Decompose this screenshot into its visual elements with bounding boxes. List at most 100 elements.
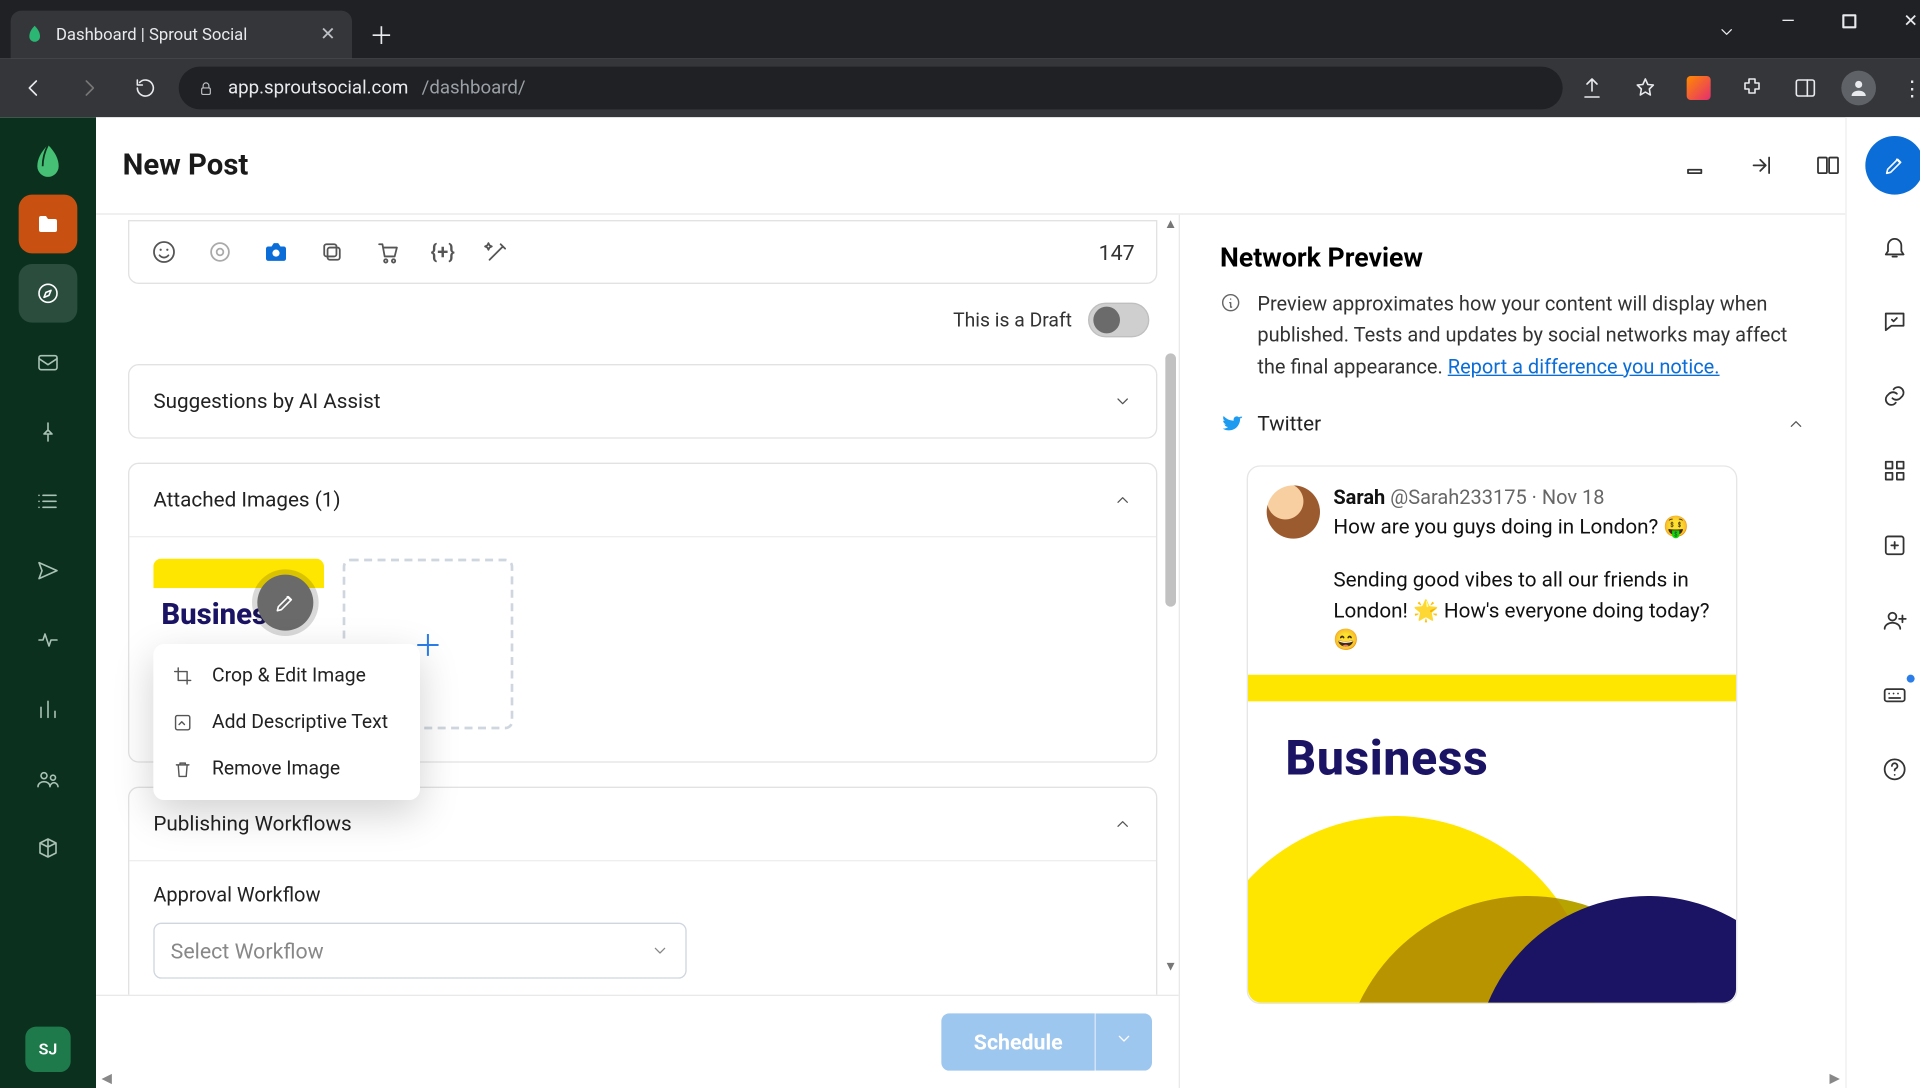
char-count: 147 [1099,239,1135,264]
nav-folder-icon[interactable] [19,195,78,254]
chevron-up-icon [1113,815,1132,834]
comment-icon[interactable] [1871,299,1916,344]
preview-title: Network Preview [1220,241,1805,273]
side-panel-icon[interactable] [1787,69,1824,106]
tweet-line1: How are you guys doing in London? 🤑 [1333,512,1717,542]
workflow-select-placeholder: Select Workflow [171,938,324,963]
tweet-image: Business [1248,674,1736,1002]
left-scrollbar[interactable]: ▲ ▼ [1163,225,1179,968]
notifications-icon[interactable] [1871,224,1916,269]
ai-suggestions-panel[interactable]: Suggestions by AI Assist [128,364,1157,439]
nav-people-icon[interactable] [19,749,78,808]
browser-tab[interactable]: Dashboard | Sprout Social ✕ [11,11,352,59]
attached-images-title: Attached Images (1) [153,488,340,512]
nav-cube-icon[interactable] [19,819,78,878]
attached-images-header[interactable]: Attached Images (1) [129,464,1156,536]
link-icon[interactable] [1871,373,1916,418]
app-root: SJ New Post ✕ [0,117,1920,1088]
bookmark-star-icon[interactable] [1627,69,1664,106]
address-bar[interactable]: app.sproutsocial.com/dashboard/ [179,67,1563,110]
tab-search-icon[interactable] [1696,11,1757,54]
approval-workflow-label: Approval Workflow [153,883,1132,907]
compose-button[interactable] [1865,136,1920,195]
composer-column: {+} 147 This is a Draft Suggestions by A… [96,215,1179,1088]
trash-icon [172,758,196,779]
draft-toggle[interactable] [1088,303,1149,338]
nav-inbox-icon[interactable] [19,333,78,392]
tweet-line2: Sending good vibes to all our friends in… [1333,566,1717,656]
draft-label: This is a Draft [953,309,1072,332]
camera-icon[interactable] [263,239,290,266]
keyboard-icon[interactable] [1871,672,1916,717]
sprout-favicon [24,24,45,45]
preview-column: Network Preview Preview approximates how… [1179,215,1846,1088]
crop-icon [172,665,196,686]
page-header: New Post ✕ [96,117,1920,213]
window-minimize-button[interactable]: ― [1757,0,1818,43]
magic-wand-icon[interactable] [484,239,511,266]
chevron-up-icon [1787,414,1806,433]
publishing-workflows-panel: Publishing Workflows Approval Workflow S… [128,787,1157,1010]
header-panels-icon[interactable] [1808,145,1848,185]
tab-close-icon[interactable]: ✕ [317,24,338,45]
extensions-icon[interactable] [1733,69,1770,106]
url-domain: app.sproutsocial.com [228,77,408,98]
twitter-preview-header[interactable]: Twitter [1220,412,1805,447]
nav-list-icon[interactable] [19,472,78,531]
menu-remove-image[interactable]: Remove Image [153,745,420,792]
schedule-dropdown[interactable] [1095,1013,1152,1070]
extension-color-icon[interactable] [1680,69,1717,106]
browser-tab-strip: Dashboard | Sprout Social ✕ ＋ ― ✕ [0,0,1920,59]
new-tab-button[interactable]: ＋ [363,16,400,53]
preview-info-text: Preview approximates how your content wi… [1257,289,1805,382]
header-minimize-icon[interactable] [1675,145,1715,185]
window-maximize-button[interactable] [1819,0,1880,43]
ai-suggestions-title: Suggestions by AI Assist [153,389,380,413]
nav-pulse-icon[interactable] [19,611,78,670]
browser-toolbar: app.sproutsocial.com/dashboard/ ⋮ [0,59,1920,118]
info-icon [1220,292,1244,382]
url-path: /dashboard/ [422,77,526,98]
lock-icon [197,79,214,96]
reload-button[interactable] [123,65,168,110]
cart-icon[interactable] [375,239,402,266]
edit-image-button[interactable] [257,575,313,631]
sprout-logo-icon[interactable] [27,141,70,184]
emoji-icon[interactable] [151,239,178,266]
apps-grid-icon[interactable] [1871,448,1916,493]
publishing-title: Publishing Workflows [153,812,351,836]
tweet-preview-card: Sarah @Sarah233175 · Nov 18 How are you … [1247,465,1738,1003]
variable-icon[interactable]: {+} [431,240,455,264]
workflow-select[interactable]: Select Workflow [153,923,686,979]
user-avatar-chip[interactable]: SJ [25,1027,70,1072]
twitter-label: Twitter [1257,412,1321,436]
share-icon[interactable] [1573,69,1610,106]
schedule-button[interactable]: Schedule [942,1013,1095,1070]
right-scrollbar[interactable] [1829,225,1845,1077]
menu-alt-text[interactable]: Add Descriptive Text [153,699,420,746]
tweet-image-text: Business [1285,730,1736,786]
left-nav: SJ [0,117,96,1088]
add-user-icon[interactable] [1871,597,1916,642]
nav-pin-icon[interactable] [19,403,78,462]
report-difference-link[interactable]: Report a difference you notice. [1448,354,1720,378]
add-square-icon[interactable] [1871,523,1916,568]
forward-button[interactable] [67,65,112,110]
target-icon[interactable] [207,239,234,266]
header-collapse-icon[interactable] [1741,145,1781,185]
chevron-down-icon [1113,392,1132,411]
menu-crop-edit[interactable]: Crop & Edit Image [153,652,420,699]
copy-icon[interactable] [319,239,346,266]
nav-compass-icon[interactable] [19,264,78,323]
back-button[interactable] [11,65,56,110]
image-context-menu: Crop & Edit Image Add Descriptive Text [153,644,420,800]
attached-images-panel: Attached Images (1) Business [128,463,1157,763]
nav-analytics-icon[interactable] [19,680,78,739]
tab-title: Dashboard | Sprout Social [56,25,247,45]
window-close-button[interactable]: ✕ [1880,0,1920,43]
profile-avatar-icon[interactable] [1840,69,1877,106]
nav-send-icon[interactable] [19,541,78,600]
kebab-menu-icon[interactable]: ⋮ [1893,69,1920,106]
chevron-down-icon [651,941,670,960]
help-icon[interactable] [1871,747,1916,792]
